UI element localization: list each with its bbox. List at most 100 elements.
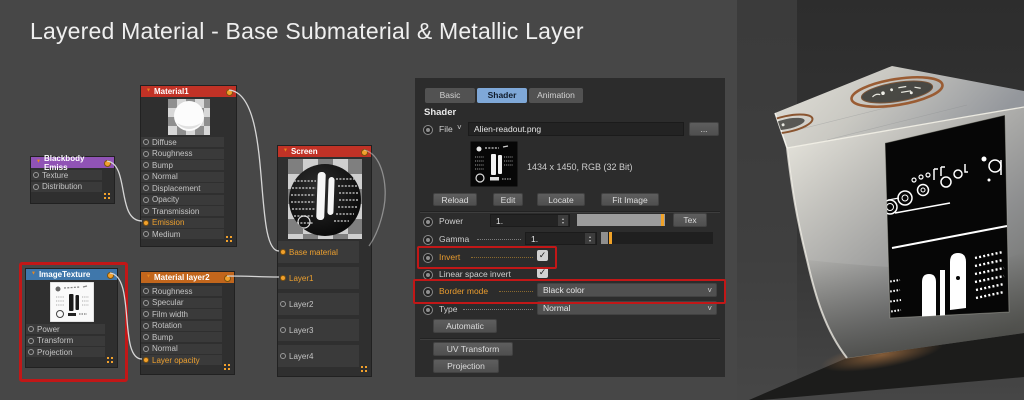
node-header[interactable]: ▼ Material1	[141, 86, 236, 97]
port-dot[interactable]	[280, 275, 286, 281]
port-dot[interactable]	[280, 301, 286, 307]
output-port-dot[interactable]	[226, 88, 233, 96]
node-header[interactable]: ▼ ImageTexture	[26, 269, 117, 280]
power-value-field[interactable]: 1. ▴ ▾	[490, 214, 570, 227]
port-dot[interactable]	[143, 208, 149, 214]
port-transform[interactable]: Transform	[26, 335, 105, 346]
port-dot[interactable]	[143, 139, 149, 145]
port-dot[interactable]	[143, 150, 149, 157]
gamma-slider-handle[interactable]	[609, 232, 612, 244]
port-power[interactable]: Power	[26, 324, 105, 334]
port-layer4[interactable]: Layer4	[278, 345, 359, 367]
power-enable-radio[interactable]	[423, 217, 433, 227]
collapse-triangle-icon[interactable]: ▼	[146, 88, 151, 94]
port-rotation[interactable]: Rotation	[141, 320, 222, 331]
port-layer3[interactable]: Layer3	[278, 319, 359, 341]
port-opacity[interactable]: Opacity	[141, 194, 224, 205]
port-projection[interactable]: Projection	[26, 347, 105, 357]
reload-button[interactable]: Reload	[433, 193, 477, 206]
port-dot[interactable]	[280, 327, 286, 333]
port-roughness[interactable]: Roughness	[141, 286, 222, 296]
type-select[interactable]: Normal ˅	[537, 301, 717, 315]
port-normal[interactable]: Normal	[141, 343, 222, 354]
port-normal[interactable]: Normal	[141, 171, 224, 182]
projection-button[interactable]: Projection	[433, 359, 499, 373]
node-material-layer2[interactable]: ▼ Material layer2 Roughness Specular Fil…	[140, 271, 235, 375]
output-port-dot[interactable]	[104, 159, 111, 167]
port-dot[interactable]	[33, 183, 39, 190]
node-header[interactable]: ▼ Screen	[278, 146, 371, 157]
port-transmission[interactable]: Transmission	[141, 206, 224, 216]
resize-icon[interactable]	[361, 366, 368, 373]
stepper-down-icon[interactable]: ▾	[589, 238, 591, 243]
port-dot[interactable]	[143, 299, 149, 306]
port-dot[interactable]	[280, 353, 286, 359]
uv-transform-button[interactable]: UV Transform	[433, 342, 513, 356]
port-dot[interactable]	[143, 357, 149, 363]
port-roughness[interactable]: Roughness	[141, 148, 224, 159]
collapse-triangle-icon[interactable]: ▼	[31, 271, 36, 277]
port-layer2[interactable]: Layer2	[278, 293, 359, 315]
locate-button[interactable]: Locate	[537, 193, 585, 206]
node-header[interactable]: ▼ Blackbody Emiss	[31, 154, 114, 172]
node-blackbody-emission[interactable]: ▼ Blackbody Emiss Texture Distribution	[30, 154, 115, 204]
linear-space-invert-checkbox[interactable]: ✓	[537, 267, 548, 278]
gamma-enable-radio[interactable]	[423, 235, 433, 245]
port-dot[interactable]	[28, 326, 34, 332]
port-dot[interactable]	[28, 337, 34, 344]
output-port-dot[interactable]	[107, 271, 114, 279]
node-image-texture[interactable]: ▼ ImageTexture Power Transform Projectio…	[25, 268, 118, 368]
port-dot[interactable]	[143, 196, 149, 203]
resize-icon[interactable]	[104, 193, 111, 200]
node-screen[interactable]: ▼ Screen Base material Layer1 Layer2 Lay…	[277, 145, 372, 377]
port-base-material[interactable]: Base material	[278, 241, 359, 263]
output-port-dot[interactable]	[224, 274, 231, 282]
invert-enable-radio[interactable]	[423, 253, 433, 263]
file-chevron-down-icon[interactable]: ˅	[457, 123, 462, 132]
resize-icon[interactable]	[107, 357, 114, 364]
port-diffuse[interactable]: Diffuse	[141, 137, 224, 147]
port-specular[interactable]: Specular	[141, 297, 222, 308]
power-slider-handle[interactable]	[661, 214, 664, 226]
border-mode-enable-radio[interactable]	[423, 287, 433, 297]
tab-animation[interactable]: Animation	[529, 88, 583, 103]
port-dot[interactable]	[33, 172, 39, 178]
edit-button[interactable]: Edit	[493, 193, 523, 206]
port-layer1[interactable]: Layer1	[278, 267, 359, 289]
port-distribution[interactable]: Distribution	[31, 181, 102, 192]
tab-shader[interactable]: Shader	[477, 88, 527, 103]
linear-space-invert-enable-radio[interactable]	[423, 270, 433, 280]
port-layer-opacity[interactable]: Layer opacity	[141, 355, 222, 365]
port-dot[interactable]	[28, 349, 34, 355]
port-dot[interactable]	[143, 173, 149, 180]
port-dot[interactable]	[143, 185, 149, 191]
resize-icon[interactable]	[226, 236, 233, 243]
tab-basic[interactable]: Basic	[425, 88, 475, 103]
port-dot[interactable]	[143, 162, 149, 168]
node-material1[interactable]: ▼ Material1 Diffuse Roughness Bump Norma…	[140, 85, 237, 247]
port-bump[interactable]: Bump	[141, 332, 222, 342]
port-dot[interactable]	[143, 345, 149, 352]
invert-checkbox[interactable]: ✓	[537, 250, 548, 261]
port-displacement[interactable]: Displacement	[141, 183, 224, 193]
file-enable-radio[interactable]	[423, 125, 433, 135]
output-port-dot[interactable]	[361, 148, 368, 156]
node-header[interactable]: ▼ Material layer2	[141, 272, 234, 283]
port-texture[interactable]: Texture	[31, 170, 102, 180]
stepper-down-icon[interactable]: ▾	[562, 220, 564, 225]
power-stepper[interactable]: ▴ ▾	[558, 215, 568, 226]
port-dot[interactable]	[143, 322, 149, 329]
automatic-button[interactable]: Automatic	[433, 319, 497, 333]
type-enable-radio[interactable]	[423, 305, 433, 315]
port-emission[interactable]: Emission	[141, 217, 224, 228]
gamma-stepper[interactable]: ▴ ▾	[585, 233, 595, 244]
port-dot[interactable]	[280, 249, 286, 255]
tex-button[interactable]: Tex	[673, 213, 707, 227]
port-dot[interactable]	[143, 219, 149, 226]
port-dot[interactable]	[143, 288, 149, 294]
collapse-triangle-icon[interactable]: ▼	[146, 274, 151, 280]
port-dot[interactable]	[143, 334, 149, 340]
port-medium[interactable]: Medium	[141, 229, 224, 239]
filename-input[interactable]: Alien-readout.png	[468, 122, 684, 136]
port-bump[interactable]: Bump	[141, 160, 224, 170]
